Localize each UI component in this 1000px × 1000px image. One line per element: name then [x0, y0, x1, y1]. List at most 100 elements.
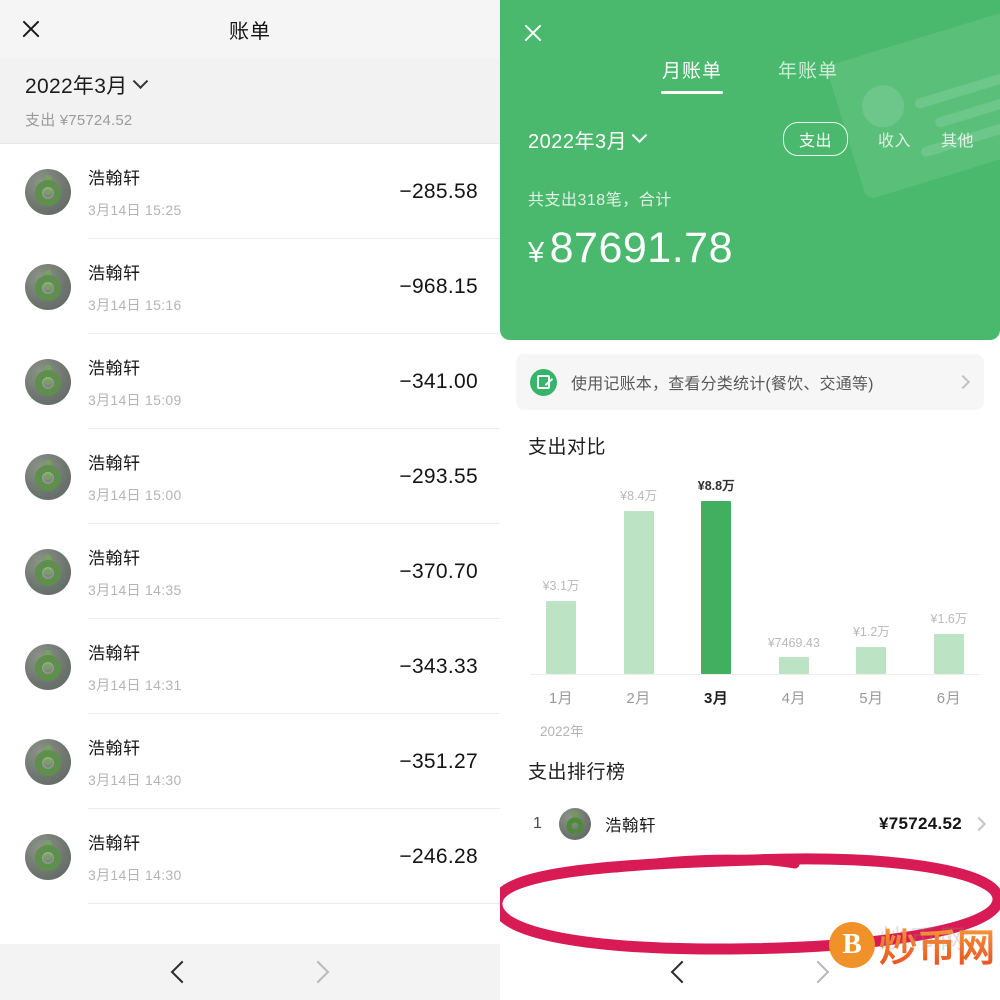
month-selector-label: 2022年3月: [528, 130, 628, 153]
bar-column-may[interactable]: ¥1.2万: [840, 465, 902, 674]
bar-jan: [546, 600, 576, 674]
avatar: [25, 168, 71, 215]
bar-value-label: ¥1.6万: [930, 612, 968, 627]
avatar: [25, 263, 71, 310]
accountbook-banner[interactable]: 使用记账本，查看分类统计(餐饮、交通等): [516, 354, 984, 410]
filter-other[interactable]: 其他: [941, 127, 974, 151]
filter-bar: 2022年3月 支出 收入 其他: [500, 94, 1000, 156]
chart-x-axis: 1月 2月 3月 4月 5月 6月: [530, 687, 980, 708]
month-selector-label: 2022年3月: [25, 75, 128, 98]
page-title: 账单: [229, 20, 271, 43]
transaction-time: 3月14日 14:30: [88, 771, 182, 788]
bar-jun: [933, 634, 964, 674]
bar-column-feb[interactable]: ¥8.4万: [608, 465, 670, 674]
chevron-right-icon[interactable]: [306, 960, 330, 984]
bar-column-jun[interactable]: ¥1.6万: [918, 465, 980, 674]
rank-list: 1 浩翰轩 ¥75724.52: [500, 796, 1000, 852]
bar-value-label: ¥1.2万: [852, 624, 890, 639]
transaction-amount: −246.28: [399, 844, 478, 868]
transaction-time: 3月14日 14:30: [88, 866, 182, 883]
rank-section-title: 支出排行榜: [528, 762, 626, 783]
filter-income[interactable]: 收入: [878, 127, 911, 151]
transaction-name: 浩翰轩: [88, 643, 141, 663]
table-row[interactable]: 浩翰轩 3月14日 15:09 −341.00: [0, 334, 500, 429]
rank-name: 浩翰轩: [605, 817, 656, 835]
avatar: [25, 548, 71, 595]
dual-screenshot: 账单 2022年3月 支出 ¥75724.52 浩翰轩 3月14日 15:25 …: [0, 0, 1000, 1000]
rank-amount: ¥75724.52: [878, 814, 962, 833]
chevron-right-icon[interactable]: [806, 960, 830, 984]
transaction-name: 浩翰轩: [88, 168, 141, 188]
month-selector[interactable]: 2022年3月: [528, 125, 648, 154]
bill-summary-panel: 月账单 年账单 2022年3月 支出 收入 其他 共支出318笔，合计 ¥ 87…: [500, 0, 1000, 1000]
avatar: [25, 453, 71, 500]
currency-symbol: ¥: [528, 237, 545, 269]
transaction-time: 3月14日 15:16: [88, 296, 182, 313]
summary-hero: 月账单 年账单 2022年3月 支出 收入 其他 共支出318笔，合计 ¥ 87…: [500, 0, 1000, 340]
table-row[interactable]: 浩翰轩 3月14日 14:35 −370.70: [0, 524, 500, 619]
table-row[interactable]: 浩翰轩 3月14日 14:30 −351.27: [0, 714, 500, 809]
transaction-time: 3月14日 15:09: [88, 391, 182, 408]
bar-column-apr[interactable]: ¥7469.43: [763, 465, 825, 674]
chevron-left-icon[interactable]: [170, 960, 194, 984]
bar-value-label: ¥7469.43: [767, 636, 820, 651]
avatar: [25, 833, 71, 880]
list-item[interactable]: 1 浩翰轩 ¥75724.52: [500, 796, 1000, 852]
avatar: [25, 643, 71, 690]
spend-total-label: 支出 ¥75724.52: [25, 112, 133, 129]
avatar: [25, 358, 71, 405]
transaction-amount: −351.27: [399, 749, 478, 773]
bill-list-panel: 账单 2022年3月 支出 ¥75724.52 浩翰轩 3月14日 15:25 …: [0, 0, 500, 1000]
close-icon[interactable]: [520, 20, 546, 46]
summary-total: ¥ 87691.78: [528, 224, 1000, 273]
transaction-time: 3月14日 14:35: [88, 581, 182, 598]
left-topbar: 账单: [0, 0, 500, 58]
bar-value-label: ¥8.4万: [620, 488, 658, 503]
bar-may: [856, 646, 887, 674]
x-tick-jan: 1月: [548, 690, 574, 707]
summary-count-label: 共支出318笔，合计: [528, 192, 672, 209]
table-row[interactable]: 浩翰轩 3月14日 15:25 −285.58: [0, 144, 500, 239]
x-tick-feb: 2月: [626, 690, 651, 707]
tab-yearly-bill[interactable]: 年账单: [778, 56, 838, 94]
transaction-time: 3月14日 15:00: [88, 486, 182, 503]
accountbook-banner-text: 使用记账本，查看分类统计(餐饮、交通等): [571, 376, 874, 393]
x-tick-may: 5月: [859, 690, 884, 707]
transaction-list: 浩翰轩 3月14日 15:25 −285.58 浩翰轩 3月14日 15:16 …: [0, 144, 500, 1000]
transaction-name: 浩翰轩: [88, 548, 141, 568]
transaction-amount: −968.15: [399, 274, 478, 298]
chevron-left-icon[interactable]: [670, 960, 694, 984]
month-selector[interactable]: 2022年3月: [25, 70, 475, 100]
bar-column-jan[interactable]: ¥3.1万: [530, 465, 592, 674]
x-tick-apr: 4月: [781, 690, 806, 707]
bar-value-label: ¥3.1万: [542, 578, 580, 593]
expense-compare-chart: ¥3.1万 ¥8.4万 ¥8.8万 ¥7469.43 ¥1.2万 ¥1.6万 1…: [530, 465, 980, 739]
summary-block: 共支出318笔，合计 ¥ 87691.78: [500, 156, 1000, 273]
chart-plot-area: ¥3.1万 ¥8.4万 ¥8.8万 ¥7469.43 ¥1.2万 ¥1.6万: [530, 465, 980, 675]
tab-monthly-bill[interactable]: 月账单: [662, 56, 722, 94]
left-navbar: [0, 944, 500, 1000]
table-row[interactable]: 浩翰轩 3月14日 14:31 −343.33: [0, 619, 500, 714]
bar-feb: [623, 510, 654, 674]
chevron-down-icon: [631, 126, 648, 143]
filter-expense[interactable]: 支出: [782, 122, 848, 156]
right-navbar: [500, 944, 1000, 1000]
chart-year-label: 2022年: [540, 724, 584, 739]
transaction-time: 3月14日 15:25: [88, 201, 182, 218]
close-icon[interactable]: [18, 16, 44, 42]
avatar: [559, 808, 591, 840]
transaction-amount: −285.58: [399, 179, 478, 203]
transaction-time: 3月14日 14:31: [88, 676, 182, 693]
table-row[interactable]: 浩翰轩 3月14日 15:16 −968.15: [0, 239, 500, 334]
summary-total-value: 87691.78: [549, 224, 733, 272]
transaction-amount: −341.00: [399, 369, 478, 393]
transaction-amount: −370.70: [399, 559, 478, 583]
bar-apr: [778, 657, 809, 674]
table-row[interactable]: 浩翰轩 3月14日 15:00 −293.55: [0, 429, 500, 524]
chevron-right-icon: [971, 816, 987, 832]
x-tick-jun: 6月: [936, 690, 962, 707]
bar-column-mar[interactable]: ¥8.8万: [685, 465, 747, 674]
table-row[interactable]: 浩翰轩 3月14日 14:30 −246.28: [0, 809, 500, 904]
bar-mar: [701, 500, 732, 674]
compare-section-title: 支出对比: [528, 437, 607, 458]
